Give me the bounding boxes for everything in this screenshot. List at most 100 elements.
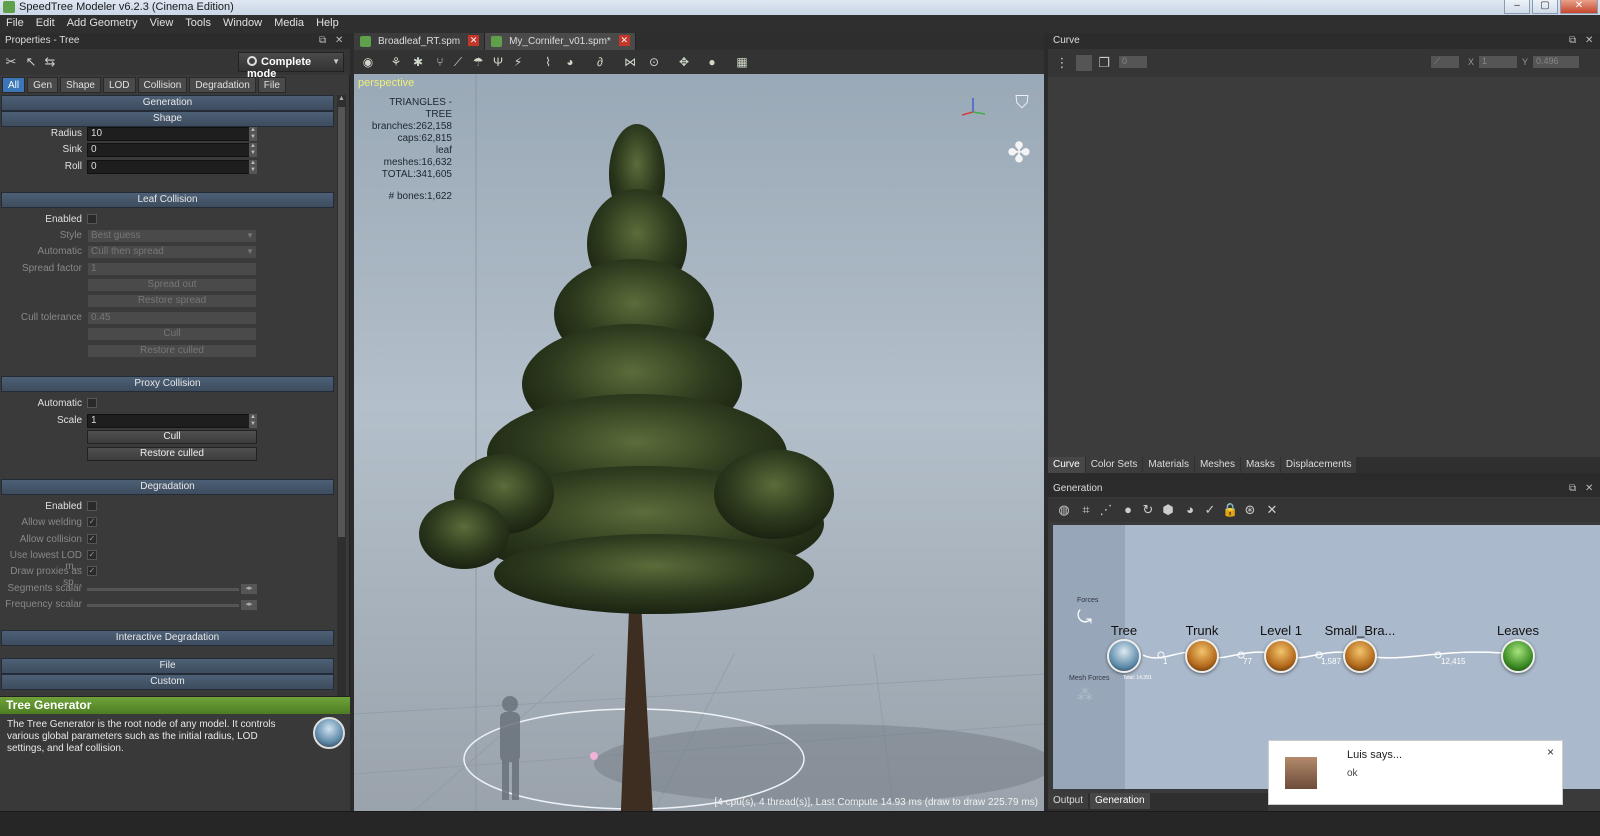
leaf-generator-icon[interactable]: ✱: [410, 54, 426, 70]
tab-file[interactable]: File: [257, 77, 286, 93]
curve-filter-icon[interactable]: ⋮: [1054, 55, 1070, 71]
spin-icon[interactable]: ▲ ▼: [249, 414, 257, 428]
tab-shape[interactable]: Shape: [60, 77, 101, 93]
ball-icon[interactable]: ●: [1120, 502, 1136, 518]
small-branches-node[interactable]: [1343, 639, 1377, 673]
maximize-button[interactable]: ▢: [1532, 0, 1558, 14]
menu-tools[interactable]: Tools: [179, 15, 217, 33]
spread-out-button[interactable]: Spread out: [87, 278, 257, 292]
snap-icon[interactable]: ⋈: [622, 54, 638, 70]
tab-my-cornifer[interactable]: My_Cornifer_v01.spm* ✕: [485, 33, 636, 50]
tab-color-sets[interactable]: Color Sets: [1085, 457, 1143, 473]
curve-value-field[interactable]: 0: [1118, 55, 1148, 69]
grid-icon[interactable]: ▦: [734, 54, 750, 70]
tree-node[interactable]: [1107, 639, 1141, 673]
umbrella-icon[interactable]: ☂: [470, 54, 486, 70]
section-custom[interactable]: Custom: [1, 674, 334, 690]
close-panel-icon[interactable]: ✕: [335, 35, 343, 46]
fork-icon[interactable]: Ψ: [490, 54, 506, 70]
cull-tolerance-field[interactable]: 0.45: [87, 311, 257, 325]
close-icon[interactable]: ×: [1547, 745, 1554, 759]
layout-icon[interactable]: ⌗: [1078, 502, 1094, 518]
section-leaf-collision[interactable]: Leaf Collision: [1, 192, 334, 208]
tab-masks[interactable]: Masks: [1240, 457, 1280, 473]
complete-mode-button[interactable]: Complete mode ▼: [238, 52, 344, 80]
pointer-help-icon[interactable]: ↖: [23, 54, 39, 70]
menu-media[interactable]: Media: [268, 15, 310, 33]
section-generation[interactable]: Generation: [1, 95, 334, 111]
delete-icon[interactable]: ✕: [1264, 502, 1280, 518]
spin-icon[interactable]: ▲ ▼: [249, 143, 257, 157]
close-tab-icon[interactable]: ✕: [468, 35, 480, 46]
style-select[interactable]: Best guess ▼: [87, 229, 257, 243]
y-field[interactable]: 0.496: [1532, 55, 1580, 69]
section-proxy-collision[interactable]: Proxy Collision: [1, 376, 334, 392]
eye-icon[interactable]: ◕: [562, 54, 578, 70]
segments-scalar-stepper[interactable]: ◂▸: [241, 584, 257, 594]
float-panel-icon[interactable]: ⧉: [1569, 35, 1576, 46]
tab-displacements[interactable]: Displacements: [1280, 457, 1357, 473]
section-shape[interactable]: Shape: [1, 111, 334, 127]
spin-icon[interactable]: ▲ ▼: [249, 127, 257, 141]
section-interactive-degradation[interactable]: Interactive Degradation: [1, 630, 334, 646]
use-lowest-lod-checkbox[interactable]: ✓: [87, 550, 97, 560]
spread-factor-field[interactable]: 1: [87, 262, 257, 276]
close-panel-icon[interactable]: ✕: [1585, 35, 1593, 46]
roll-field[interactable]: 0 ▲ ▼: [87, 160, 257, 174]
scrollbar-thumb[interactable]: [338, 107, 345, 537]
eye-icon[interactable]: ◕: [1182, 502, 1198, 518]
tab-lod[interactable]: LOD: [102, 77, 136, 93]
tab-gen[interactable]: Gen: [27, 77, 59, 93]
align-icon[interactable]: ⋰: [1098, 502, 1114, 518]
segments-scalar-slider[interactable]: [87, 588, 239, 591]
render-mode-icon[interactable]: ◉: [360, 54, 376, 70]
leaf-enabled-checkbox[interactable]: [87, 214, 97, 224]
check-icon[interactable]: ✓: [1202, 502, 1218, 518]
tab-curve[interactable]: Curve: [1048, 457, 1085, 473]
scissors-icon[interactable]: ✂: [3, 54, 19, 70]
menu-window[interactable]: Window: [217, 15, 268, 33]
chat-notification[interactable]: Luis says... ok ×: [1268, 740, 1563, 805]
level1-node[interactable]: [1264, 639, 1298, 673]
tab-all[interactable]: All: [2, 77, 26, 93]
restore-spread-button[interactable]: Restore spread: [87, 294, 257, 308]
menu-edit[interactable]: Edit: [30, 15, 61, 33]
paste-curve-icon[interactable]: ❐: [1096, 55, 1112, 71]
frond-icon[interactable]: ⟋: [450, 54, 466, 70]
x-field[interactable]: 1: [1478, 55, 1518, 69]
close-window-button[interactable]: ✕: [1560, 0, 1598, 14]
curve-tool-icon[interactable]: ∂: [592, 54, 608, 70]
proxy-restore-culled-button[interactable]: Restore culled: [87, 447, 257, 461]
scale-field[interactable]: 1 ▲ ▼: [87, 414, 257, 428]
sink-field[interactable]: 0 ▲ ▼: [87, 143, 257, 157]
leaf-restore-culled-button[interactable]: Restore culled: [87, 344, 257, 358]
leaves-node[interactable]: [1501, 639, 1535, 673]
zigzag-icon[interactable]: ⚡: [510, 54, 526, 70]
refresh-icon[interactable]: ↻: [1140, 502, 1156, 518]
wind-branch-icon[interactable]: ⌇: [540, 54, 556, 70]
float-panel-icon[interactable]: ⧉: [319, 35, 326, 46]
tab-degradation[interactable]: Degradation: [189, 77, 256, 93]
link-icon[interactable]: ⇆: [42, 54, 58, 70]
sphere-icon[interactable]: ●: [704, 54, 720, 70]
tab-materials[interactable]: Materials: [1143, 457, 1194, 473]
automatic-select[interactable]: Cull then spread ▼: [87, 245, 257, 259]
float-panel-icon[interactable]: ⧉: [1569, 483, 1576, 494]
menu-help[interactable]: Help: [310, 15, 345, 33]
tab-output[interactable]: Output: [1048, 793, 1089, 809]
move-icon[interactable]: ✥: [676, 54, 692, 70]
proxy-automatic-checkbox[interactable]: [87, 398, 97, 408]
minimize-button[interactable]: –: [1504, 0, 1530, 14]
frequency-scalar-slider[interactable]: [87, 604, 239, 607]
search-node-icon[interactable]: ⊛: [1242, 502, 1258, 518]
proxy-cull-button[interactable]: Cull: [87, 430, 257, 444]
allow-collision-checkbox[interactable]: ✓: [87, 534, 97, 544]
tab-collision[interactable]: Collision: [137, 77, 188, 93]
tab-meshes[interactable]: Meshes: [1194, 457, 1240, 473]
section-file[interactable]: File: [1, 658, 334, 674]
section-degradation[interactable]: Degradation: [1, 479, 334, 495]
trunk-node[interactable]: [1185, 639, 1219, 673]
camera-icon[interactable]: ⛉: [1010, 92, 1034, 116]
branch-icon[interactable]: ⑂: [432, 54, 448, 70]
curve-shape-select[interactable]: ⟋: [1430, 55, 1460, 69]
